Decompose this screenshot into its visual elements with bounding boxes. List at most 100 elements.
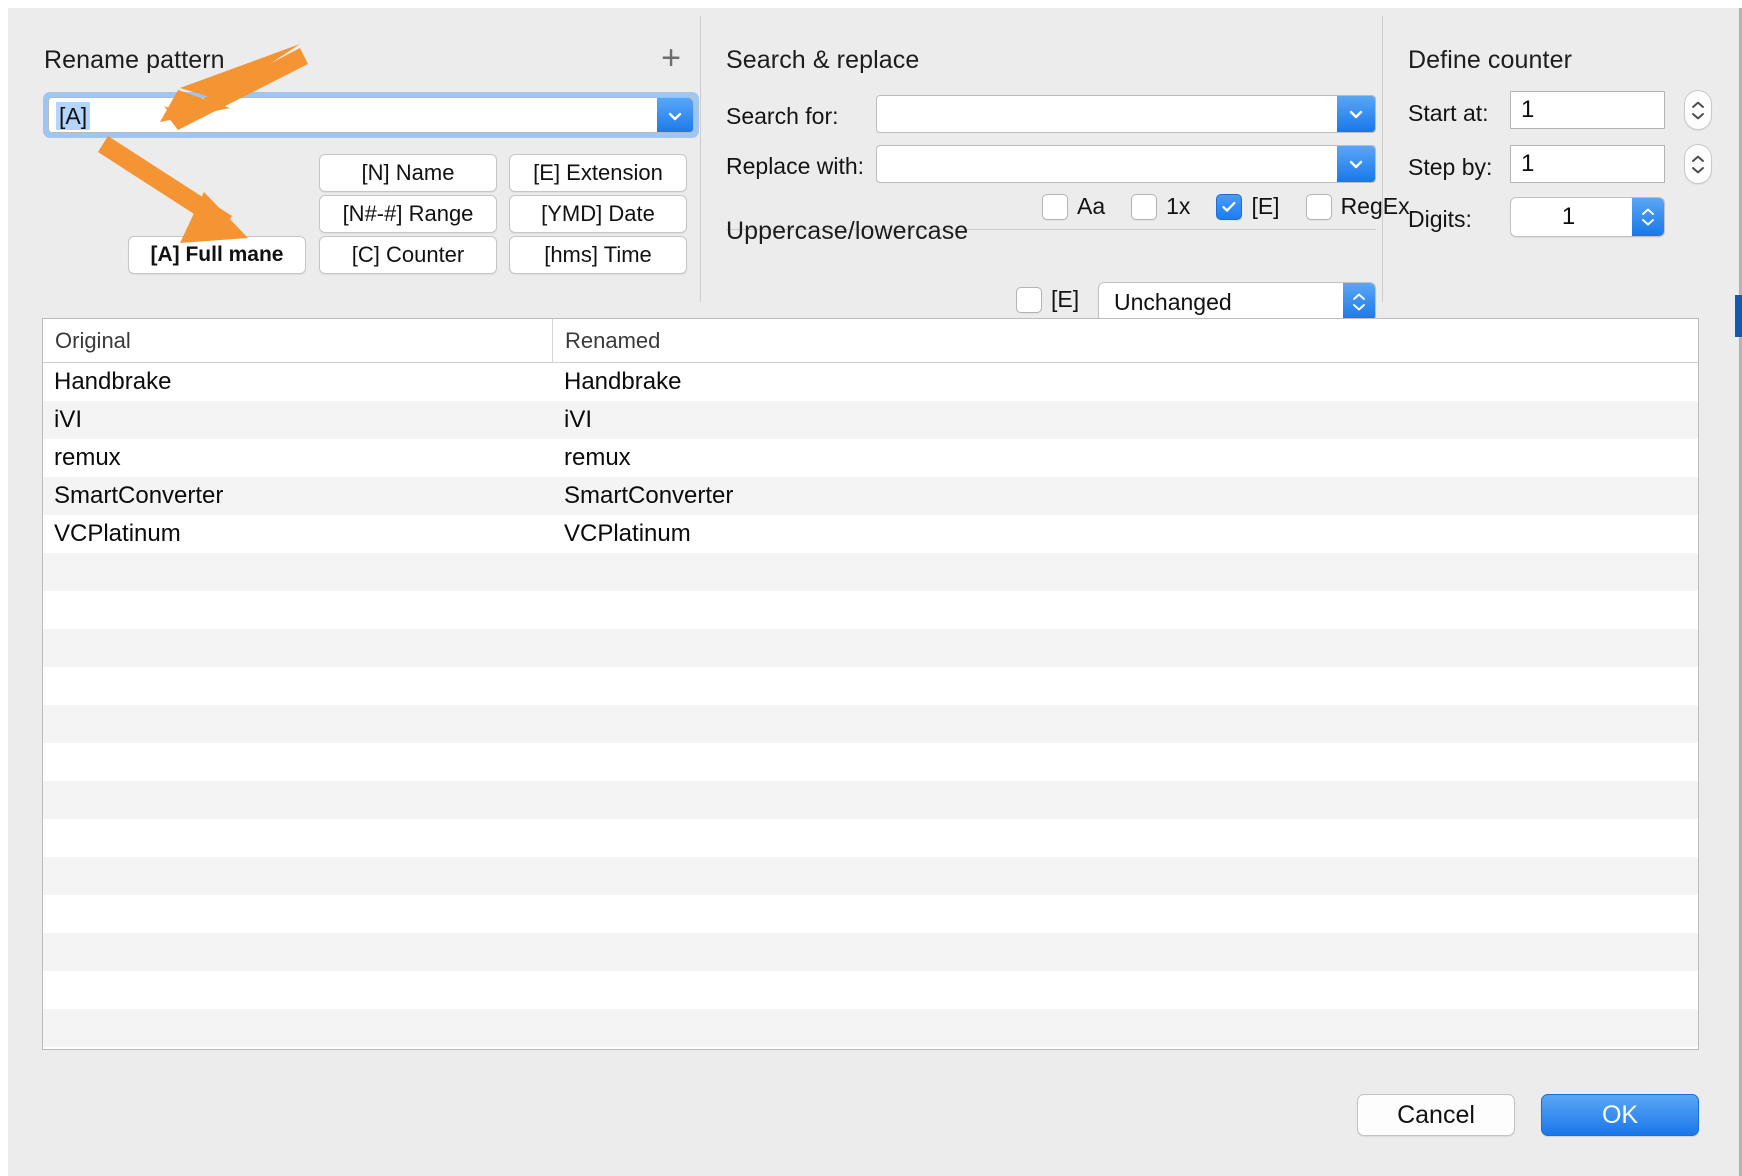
search-replace-title: Search & replace <box>726 46 920 74</box>
table-row[interactable] <box>43 705 1698 743</box>
column-header-renamed[interactable]: Renamed <box>553 319 1698 362</box>
cell-renamed <box>553 743 1698 781</box>
cell-original <box>43 895 553 933</box>
table-row[interactable]: remux remux <box>43 439 1698 477</box>
rename-pattern-combobox[interactable]: [A] <box>48 97 694 133</box>
cell-renamed <box>553 895 1698 933</box>
case-mode-select[interactable]: Unchanged <box>1098 282 1376 322</box>
cell-original <box>43 705 553 743</box>
add-pattern-icon[interactable]: + <box>656 41 686 75</box>
search-for-chevron-down-icon[interactable] <box>1337 96 1375 132</box>
rename-pattern-title: Rename pattern <box>44 46 225 74</box>
token-button-date[interactable]: [YMD] Date <box>509 195 687 233</box>
table-row[interactable]: VCPlatinum VCPlatinum <box>43 515 1698 553</box>
digits-value: 1 <box>1561 203 1576 230</box>
cell-original: VCPlatinum <box>54 520 181 547</box>
first-occurrence-label: 1x <box>1166 193 1191 219</box>
table-header-row: Original Renamed <box>43 319 1698 363</box>
step-by-label: Step by: <box>1408 154 1493 180</box>
extension-checkbox[interactable] <box>1216 193 1243 220</box>
case-extension-row: [E] <box>1016 286 1093 313</box>
cell-original: remux <box>54 444 121 471</box>
rename-preview-table[interactable]: Original Renamed Handbrake Handbrake iVI iV… <box>42 318 1699 1050</box>
search-options-row: Aa 1x [E] RegEx <box>1042 193 1410 220</box>
bulk-rename-dialog: Rename pattern + [A] [A] Full mane [N] N… <box>0 0 1742 1176</box>
cell-renamed <box>553 971 1698 1009</box>
table-row[interactable] <box>43 553 1698 591</box>
cell-renamed <box>553 705 1698 743</box>
cell-renamed: remux <box>564 444 631 471</box>
column-header-original[interactable]: Original <box>43 319 553 362</box>
cell-renamed <box>553 629 1698 667</box>
edge-scroll-indicator[interactable] <box>1735 295 1742 337</box>
table-body: Handbrake Handbrake iVI iVI remux remux SmartC… <box>43 363 1698 1047</box>
table-row[interactable] <box>43 629 1698 667</box>
step-by-input[interactable]: 1 <box>1510 145 1665 183</box>
start-at-stepper[interactable] <box>1684 90 1712 130</box>
table-row[interactable] <box>43 971 1698 1009</box>
search-for-combobox[interactable] <box>876 95 1376 133</box>
replace-with-chevron-down-icon[interactable] <box>1337 146 1375 182</box>
panel-divider-2 <box>1382 16 1383 302</box>
regex-checkbox[interactable] <box>1305 193 1332 220</box>
table-row[interactable] <box>43 781 1698 819</box>
cell-renamed <box>553 781 1698 819</box>
chevron-down-icon <box>1692 112 1704 119</box>
start-at-label: Start at: <box>1408 100 1489 126</box>
replace-with-combobox[interactable] <box>876 145 1376 183</box>
rename-pattern-field-focus-ring: [A] <box>44 93 698 137</box>
digits-select[interactable]: 1 <box>1510 197 1665 237</box>
search-for-label: Search for: <box>726 103 839 129</box>
case-mode-stepper-arrows-icon[interactable] <box>1343 283 1375 321</box>
first-occurrence-checkbox[interactable] <box>1131 193 1158 220</box>
start-at-input[interactable]: 1 <box>1510 91 1665 129</box>
ok-button[interactable]: OK <box>1541 1094 1699 1136</box>
extension-label: [E] <box>1251 193 1280 219</box>
token-button-extension[interactable]: [E] Extension <box>509 154 687 192</box>
cell-original <box>43 1009 553 1047</box>
token-button-counter[interactable]: [C] Counter <box>319 236 497 274</box>
cell-renamed: Handbrake <box>564 368 682 395</box>
match-case-checkbox[interactable] <box>1042 193 1068 220</box>
panel-divider-1 <box>700 16 701 302</box>
table-row[interactable] <box>43 591 1698 629</box>
cell-renamed: iVI <box>564 406 593 433</box>
token-button-time[interactable]: [hms] Time <box>509 236 687 274</box>
chevron-down-icon <box>1692 166 1704 173</box>
table-row[interactable]: SmartConverter SmartConverter <box>43 477 1698 515</box>
cell-original <box>43 933 553 971</box>
table-row[interactable] <box>43 743 1698 781</box>
table-row[interactable]: Handbrake Handbrake <box>43 363 1698 401</box>
cancel-button[interactable]: Cancel <box>1357 1094 1515 1136</box>
digits-stepper-arrows-icon[interactable] <box>1632 198 1664 236</box>
table-row[interactable] <box>43 819 1698 857</box>
token-button-name[interactable]: [N] Name <box>319 154 497 192</box>
table-row[interactable]: iVI iVI <box>43 401 1698 439</box>
cell-original <box>43 553 553 591</box>
token-button-full-name[interactable]: [A] Full mane <box>128 236 306 274</box>
chevron-up-icon <box>1692 155 1704 162</box>
check-icon <box>1222 201 1236 212</box>
cell-renamed: VCPlatinum <box>564 520 691 547</box>
settings-panels: Rename pattern + [A] [A] Full mane [N] N… <box>8 8 1742 322</box>
table-row[interactable] <box>43 895 1698 933</box>
cell-renamed <box>553 591 1698 629</box>
table-row[interactable] <box>43 857 1698 895</box>
regex-label: RegEx <box>1340 193 1410 219</box>
table-row[interactable] <box>43 1009 1698 1047</box>
rename-pattern-input[interactable]: [A] <box>56 102 91 130</box>
window-top-edge <box>0 0 1742 8</box>
case-extension-checkbox[interactable] <box>1016 286 1042 313</box>
cell-renamed <box>553 933 1698 971</box>
cell-original <box>43 667 553 705</box>
cell-original <box>43 819 553 857</box>
rename-pattern-chevron-down-icon[interactable] <box>657 98 693 132</box>
cell-renamed <box>553 857 1698 895</box>
cell-original <box>43 971 553 1009</box>
cell-original <box>43 743 553 781</box>
cell-original: SmartConverter <box>54 482 224 509</box>
table-row[interactable] <box>43 933 1698 971</box>
token-button-range[interactable]: [N#-#] Range <box>319 195 497 233</box>
table-row[interactable] <box>43 667 1698 705</box>
step-by-stepper[interactable] <box>1684 144 1712 184</box>
